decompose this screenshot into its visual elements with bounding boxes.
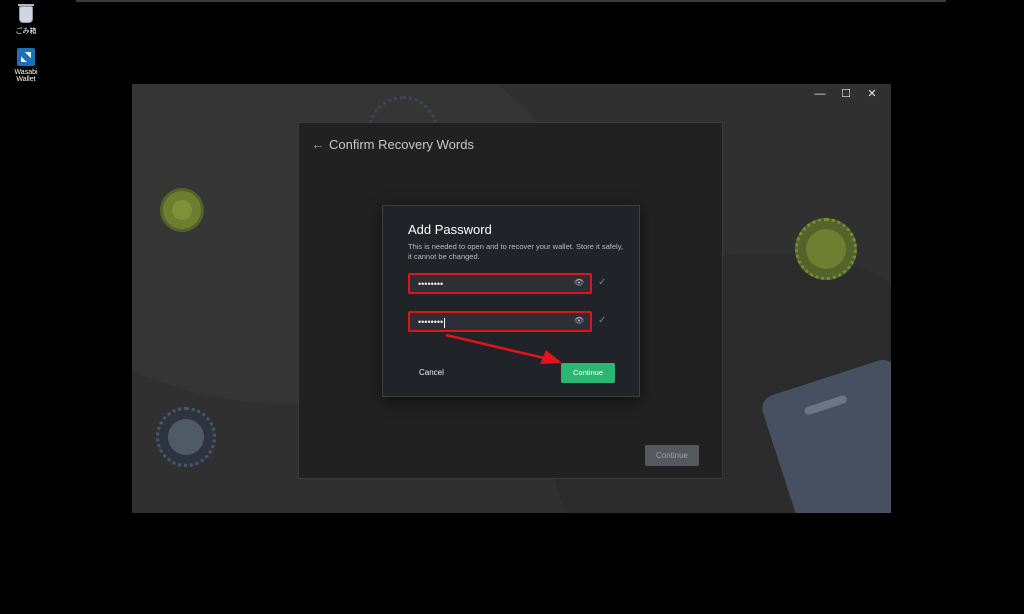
wasabi-wallet-icon <box>17 48 35 66</box>
maximize-button[interactable]: ☐ <box>833 86 859 102</box>
recycle-bin-icon <box>18 4 34 23</box>
decorative-circle-grey <box>156 407 216 467</box>
dialog-description: This is needed to open and to recover yo… <box>408 242 623 261</box>
show-confirm-password-eye-icon[interactable]: 👁 <box>574 316 584 325</box>
text-caret <box>444 317 446 328</box>
wizard-header: ← Confirm Recovery Words <box>311 136 474 152</box>
desktop-icon-label: Wasabi Wallet <box>14 69 38 83</box>
page-title: Confirm Recovery Words <box>329 136 474 152</box>
password-input[interactable]: •••••••• 👁 <box>408 273 592 294</box>
desktop-icon-wasabi-wallet[interactable]: Wasabi Wallet <box>4 48 48 83</box>
wizard-continue-button[interactable]: Continue <box>645 445 699 466</box>
confirm-password-text: •••••••• <box>418 317 444 327</box>
show-password-eye-icon[interactable]: 👁 <box>574 278 584 287</box>
taskbar-edge <box>76 0 946 2</box>
dialog-title: Add Password <box>408 222 492 237</box>
confirm-password-value: •••••••• <box>418 317 446 328</box>
annotation-arrow <box>445 333 562 364</box>
confirm-valid-check-icon: ✓ <box>598 315 607 326</box>
desktop-icon-label: ごみ箱 <box>15 28 37 35</box>
password-valid-check-icon: ✓ <box>598 277 607 288</box>
window-controls: — ☐ ✕ <box>807 86 885 102</box>
close-button[interactable]: ✕ <box>859 86 885 102</box>
confirm-password-input[interactable]: •••••••• 👁 <box>408 311 592 332</box>
desktop-icon-recycle-bin[interactable]: ごみ箱 <box>4 4 48 36</box>
password-value: •••••••• <box>418 279 444 289</box>
back-arrow-icon[interactable]: ← <box>311 136 325 152</box>
minimize-button[interactable]: — <box>807 86 833 102</box>
decorative-circle-green <box>160 188 204 232</box>
decorative-circle-green <box>795 218 857 280</box>
